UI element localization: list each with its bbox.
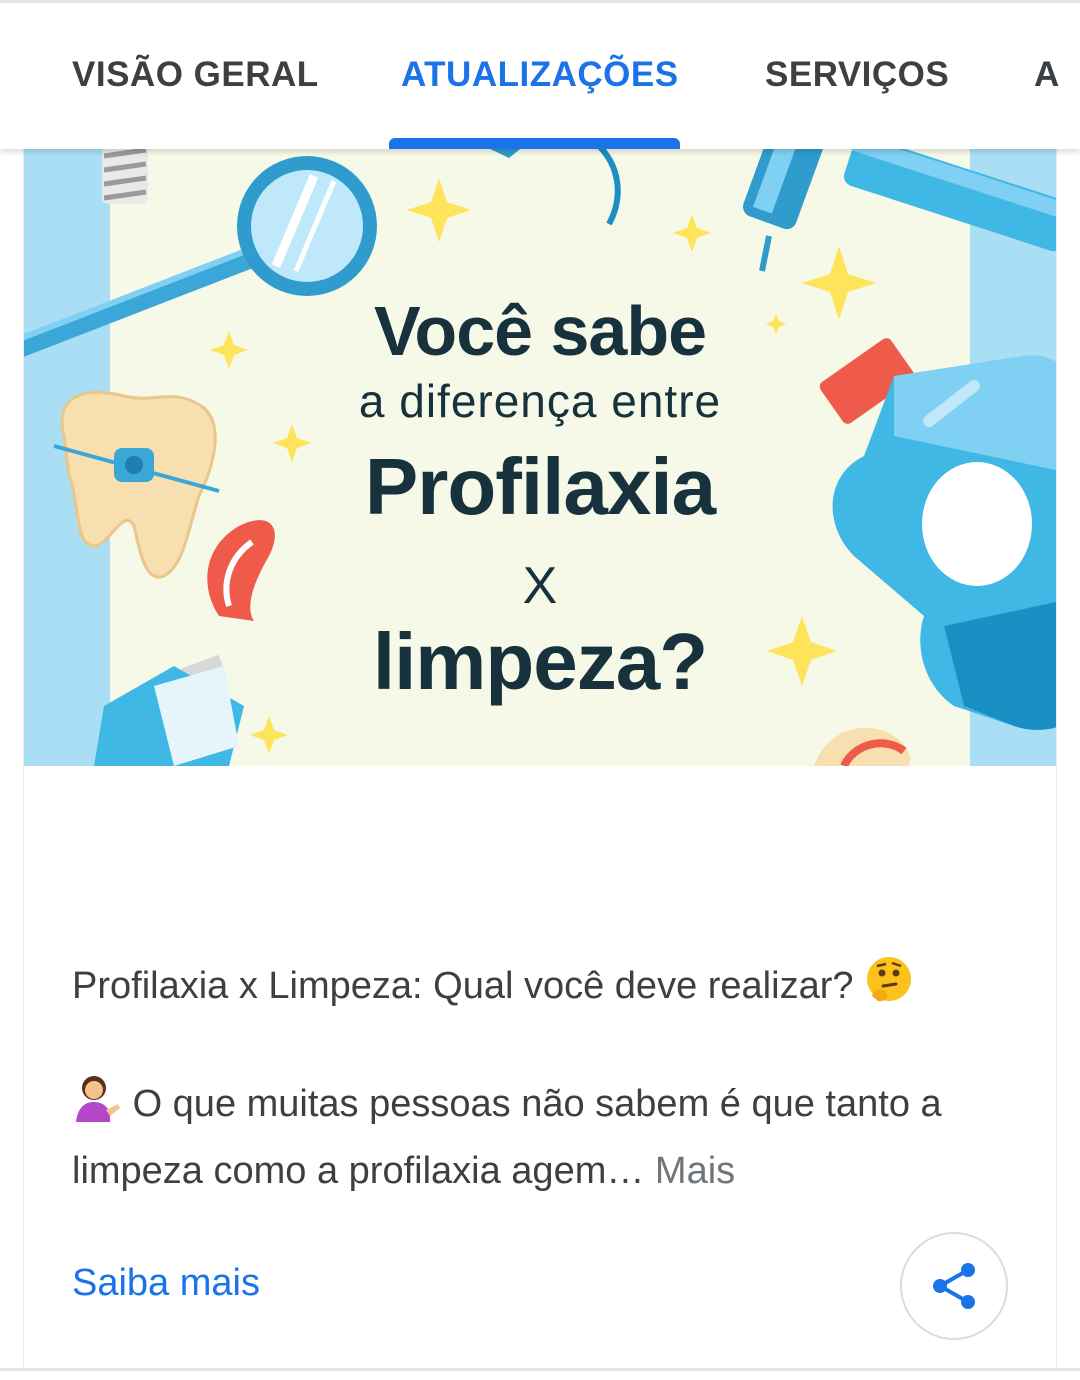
post-title-text: Profilaxia x Limpeza: Qual você deve rea… — [72, 965, 854, 1007]
image-headline: Você sabe — [373, 292, 707, 370]
share-button[interactable] — [900, 1232, 1008, 1340]
person-tipping-hand-icon — [72, 1072, 122, 1141]
share-icon — [933, 1263, 975, 1309]
image-subline: a diferença entre — [358, 375, 722, 427]
tab-services[interactable]: SERVIÇOS — [765, 55, 949, 95]
divider — [0, 1368, 1080, 1371]
more-link[interactable]: Mais — [655, 1150, 735, 1192]
tab-overview[interactable]: VISÃO GERAL — [72, 55, 319, 95]
image-term-prophylaxis: Profilaxia — [364, 442, 716, 531]
post-body: O que muitas pessoas não sabem é que tan… — [72, 1072, 1012, 1202]
tab-bar: VISÃO GERAL ATUALIZAÇÕES SERVIÇOS A — [0, 0, 1080, 149]
learn-more-link[interactable]: Saiba mais — [72, 1262, 260, 1305]
post-image[interactable]: Você sabe a diferença entre Profilaxia X… — [24, 146, 1056, 766]
post-card: Você sabe a diferença entre Profilaxia X… — [24, 146, 1056, 1368]
image-term-cleaning: limpeza? — [372, 617, 708, 706]
active-tab-indicator — [389, 138, 680, 149]
thinking-face-icon — [864, 954, 914, 1014]
image-versus: X — [522, 557, 558, 615]
tab-updates[interactable]: ATUALIZAÇÕES — [401, 55, 679, 95]
post-body-text: O que muitas pessoas não sabem é que tan… — [72, 1083, 942, 1192]
post-title: Profilaxia x Limpeza: Qual você deve rea… — [72, 954, 914, 1014]
image-caption: Você sabe a diferença entre Profilaxia X… — [24, 146, 1056, 766]
tab-about[interactable]: A — [1034, 55, 1060, 95]
